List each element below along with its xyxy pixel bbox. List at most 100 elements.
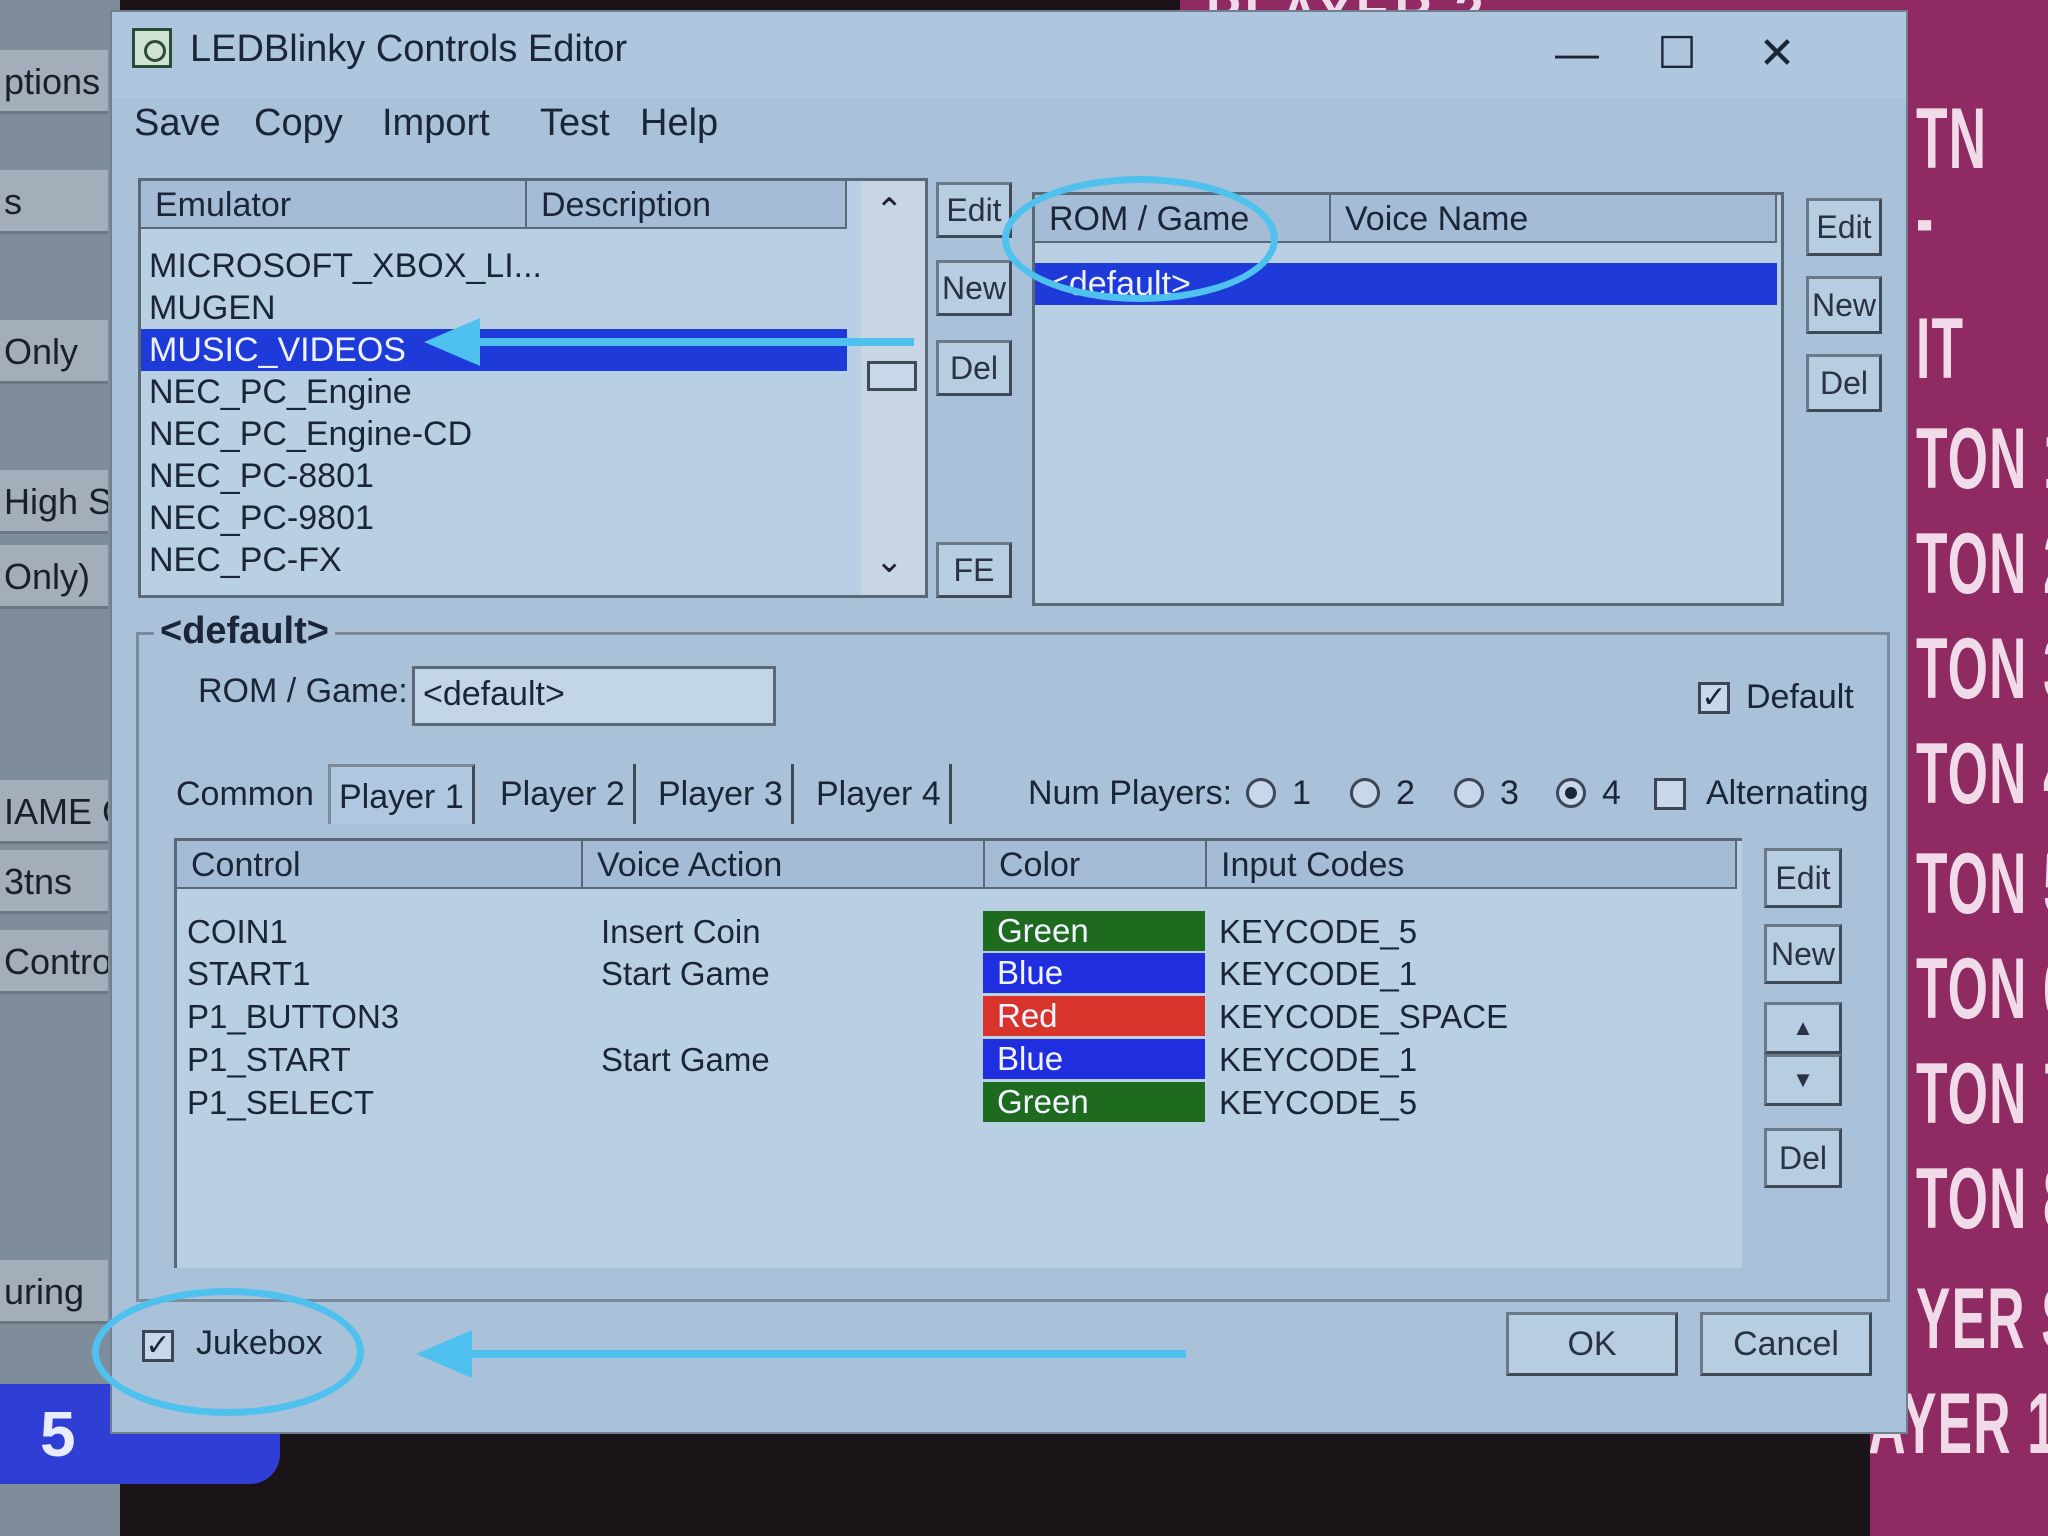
num-players-option-label: 3 [1500,774,1519,812]
ok-button[interactable]: OK [1506,1312,1678,1376]
highlight-arrow-line [466,1350,1186,1358]
default-checkbox[interactable]: ✓ [1698,682,1730,714]
num-players-option-label: 1 [1292,774,1311,812]
menu-help[interactable]: Help [640,102,718,145]
tab-player-1[interactable]: Player 1 [328,764,475,824]
table-cell-voice[interactable]: Start Game [601,1039,770,1081]
highlight-arrow-head [424,318,480,366]
menu-save[interactable]: Save [134,102,221,145]
table-cell-control[interactable]: P1_SELECT [187,1082,374,1124]
background-left-panel: ptions s Only High S Only) IAME C 3tns C… [0,0,280,1536]
control-del-button[interactable]: Del [1764,1128,1842,1188]
bg-left-item: Contro [0,930,108,994]
num-players-radio-4[interactable] [1556,778,1586,808]
table-cell-color[interactable]: Blue [983,1039,1205,1079]
table-cell-color[interactable]: Green [983,911,1205,951]
move-up-button[interactable]: ▲ [1764,1002,1842,1054]
tab-player-3[interactable]: Player 3 [650,764,794,824]
table-cell-color[interactable]: Blue [983,953,1205,993]
table-cell-control[interactable]: P1_BUTTON3 [187,996,399,1038]
description-column-header[interactable]: Description [527,181,847,229]
emulator-column-header[interactable]: Emulator [141,181,527,229]
groupbox-title: <default> [154,610,335,653]
rom-game-field[interactable]: <default> [412,666,776,726]
num-players-radio-2[interactable] [1350,778,1380,808]
emulator-del-button[interactable]: Del [936,340,1012,396]
bg-left-item: High S [0,470,108,534]
emulator-list[interactable]: Emulator Description MICROSOFT_XBOX_LI..… [138,178,928,598]
table-cell-code[interactable]: KEYCODE_1 [1219,953,1417,995]
scroll-thumb[interactable] [867,361,917,391]
bg-right-item: - [1916,171,1935,267]
cancel-button[interactable]: Cancel [1700,1312,1872,1376]
list-item[interactable]: MUGEN [141,287,847,329]
bg-right-item: TON 6 [1916,941,2048,1037]
close-button[interactable]: ✕ [1742,24,1812,84]
rom-edit-button[interactable]: Edit [1806,198,1882,256]
highlight-arrow-head [416,1330,472,1378]
emulator-scrollbar[interactable]: ⌃ ⌄ [861,181,925,595]
color-column-header[interactable]: Color [985,841,1207,889]
list-item[interactable]: NEC_PC-9801 [141,497,847,539]
list-item[interactable]: NEC_PC_Engine-CD [141,413,847,455]
minimize-button[interactable]: — [1542,24,1612,84]
tab-player-2[interactable]: Player 2 [492,764,636,824]
bg-right-item: YER S [1916,1271,2048,1367]
table-cell-voice[interactable]: Insert Coin [601,911,761,953]
table-cell-code[interactable]: KEYCODE_SPACE [1219,996,1508,1038]
control-new-button[interactable]: New [1764,924,1842,984]
table-cell-color[interactable]: Red [983,996,1205,1036]
emulator-fe-button[interactable]: FE [936,542,1012,598]
list-item[interactable]: NEC_PC-8801 [141,455,847,497]
list-item[interactable]: NEC_PC_Engine [141,371,847,413]
move-down-button[interactable]: ▼ [1764,1054,1842,1106]
num-players-radio-3[interactable] [1454,778,1484,808]
table-cell-code[interactable]: KEYCODE_1 [1219,1039,1417,1081]
tab-common[interactable]: Common [168,764,322,824]
bg-right-item: TON 5 [1916,836,2048,932]
control-column-header[interactable]: Control [177,841,583,889]
bg-left-item: IAME C [0,780,108,844]
num-players-radio-1[interactable] [1246,778,1276,808]
table-cell-control[interactable]: P1_START [187,1039,351,1081]
table-cell-code[interactable]: KEYCODE_5 [1219,1082,1417,1124]
rom-new-button[interactable]: New [1806,276,1882,334]
bg-right-item: TON 3 [1916,621,2048,717]
window-title: LEDBlinky Controls Editor [190,28,628,70]
num-players-label: Num Players: [1028,774,1233,812]
table-cell-voice[interactable]: Start Game [601,953,770,995]
menu-copy[interactable]: Copy [254,102,343,145]
tab-player-4[interactable]: Player 4 [808,764,952,824]
table-cell-control[interactable]: COIN1 [187,911,288,953]
alternating-label: Alternating [1706,774,1869,812]
voice-name-column-header[interactable]: Voice Name [1331,195,1777,243]
num-players-option-label: 2 [1396,774,1415,812]
alternating-checkbox[interactable] [1654,778,1686,810]
scroll-up-icon[interactable]: ⌃ [875,191,904,231]
bg-right-item: TON 1 [1916,411,2048,507]
list-item-selected[interactable]: MUSIC_VIDEOS [141,329,847,371]
input-codes-column-header[interactable]: Input Codes [1207,841,1737,889]
list-item[interactable]: MICROSOFT_XBOX_LI... [141,245,847,287]
controls-table[interactable]: Control Voice Action Color Input Codes C… [174,838,1742,1268]
bg-left-item: s [0,170,108,234]
scroll-down-icon[interactable]: ⌄ [875,541,904,581]
highlight-ellipse-rom [1002,176,1278,302]
bg-left-item: uring [0,1260,108,1324]
bg-right-item: TON 8 [1916,1151,2048,1247]
list-item[interactable]: NEC_PC-FX [141,539,847,581]
menu-import[interactable]: Import [382,102,490,145]
bg-right-item: TON 2 [1916,516,2048,612]
menu-test[interactable]: Test [540,102,610,145]
table-cell-color[interactable]: Green [983,1082,1205,1122]
table-cell-control[interactable]: START1 [187,953,310,995]
maximize-button[interactable]: ☐ [1642,24,1712,84]
table-cell-code[interactable]: KEYCODE_5 [1219,911,1417,953]
emulator-edit-button[interactable]: Edit [936,182,1012,238]
control-edit-button[interactable]: Edit [1764,848,1842,908]
bg-left-item: 3tns [0,850,108,914]
voice-action-column-header[interactable]: Voice Action [583,841,985,889]
rom-del-button[interactable]: Del [1806,354,1882,412]
num-players-option-label: 4 [1602,774,1621,812]
emulator-new-button[interactable]: New [936,260,1012,316]
